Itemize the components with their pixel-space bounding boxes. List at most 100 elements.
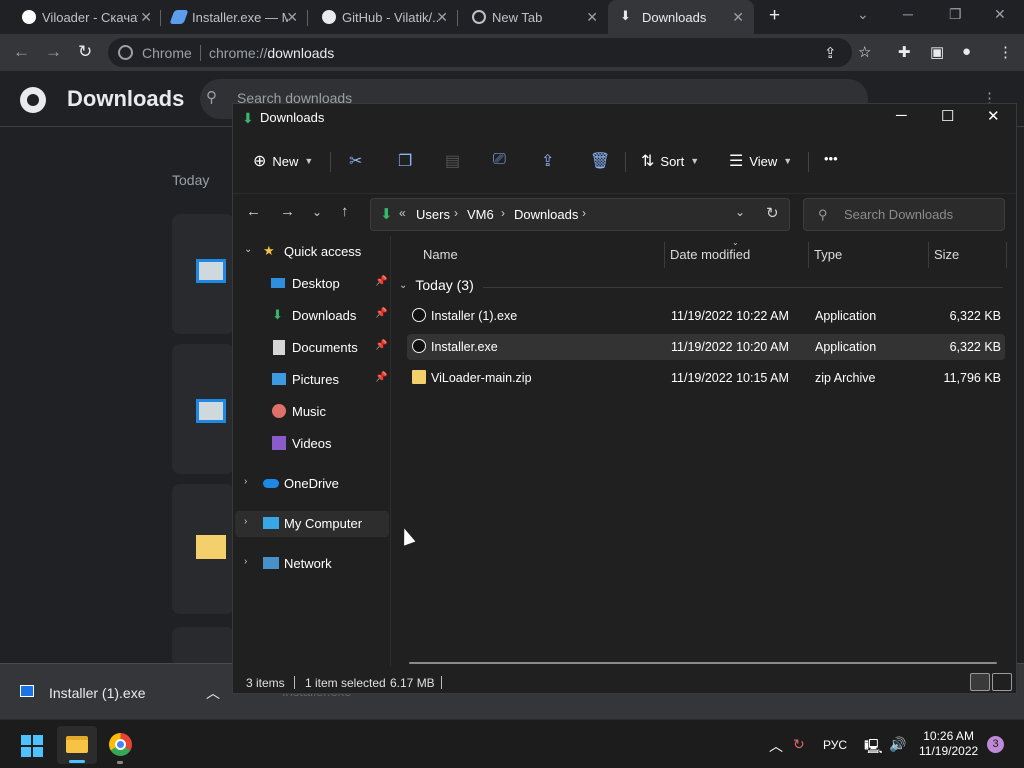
new-tab-button[interactable]: +: [769, 5, 780, 27]
close-window-icon[interactable]: ✕: [994, 6, 1006, 23]
more-options-button[interactable]: •••: [824, 151, 838, 166]
nav-quick-access[interactable]: ⌄ ★ Quick access: [235, 239, 389, 265]
column-header-type[interactable]: Type: [814, 247, 842, 262]
share-icon[interactable]: ⇪: [824, 44, 837, 62]
close-icon[interactable]: ✕: [732, 9, 744, 26]
close-icon[interactable]: ✕: [286, 9, 298, 26]
breadcrumb-vm6[interactable]: VM6: [467, 207, 494, 222]
overflow-icon[interactable]: «: [399, 206, 406, 220]
notification-badge[interactable]: 3: [987, 736, 1004, 753]
new-button[interactable]: ⊕ New ▼: [253, 151, 313, 171]
nav-my-computer[interactable]: › My Computer: [235, 511, 389, 537]
tab-viloader[interactable]: Viloader - Скачать ✕: [20, 0, 152, 34]
tiles-view-button[interactable]: [992, 673, 1012, 691]
restore-icon[interactable]: ❐: [949, 6, 962, 23]
chevron-right-icon[interactable]: ›: [244, 556, 247, 567]
close-icon[interactable]: ✕: [436, 9, 448, 26]
network-icon[interactable]: 🖳: [864, 736, 883, 760]
tab-downloads[interactable]: ⬇ Downloads ✕: [608, 0, 754, 34]
column-divider[interactable]: [928, 242, 929, 268]
share-button[interactable]: ⇪: [541, 151, 554, 171]
volume-icon[interactable]: 🔊: [889, 736, 906, 753]
chevron-down-icon[interactable]: ⌄: [399, 280, 407, 291]
nav-pictures[interactable]: Pictures 📌: [235, 367, 389, 393]
minimize-icon[interactable]: ─: [896, 107, 907, 124]
bookmark-star-icon[interactable]: ☆: [858, 43, 871, 61]
recent-locations-icon[interactable]: ⌄: [312, 205, 322, 219]
tab-installer-mega[interactable]: Installer.exe — Mega ✕: [169, 0, 298, 34]
breadcrumb-downloads[interactable]: Downloads: [514, 207, 578, 222]
tab-search-icon[interactable]: ⌄: [857, 6, 869, 23]
back-icon[interactable]: ←: [13, 42, 30, 62]
download-card[interactable]: [172, 627, 234, 667]
maximize-icon[interactable]: ☐: [941, 107, 954, 125]
forward-icon[interactable]: →: [45, 42, 62, 62]
reload-icon[interactable]: ↻: [78, 42, 92, 62]
view-button[interactable]: ☰ View ▼: [729, 151, 792, 171]
nav-documents[interactable]: Documents 📌: [235, 335, 389, 361]
delete-button[interactable]: 🗑: [590, 151, 610, 171]
file-row[interactable]: ViLoader-main.zip 11/19/2022 10:15 AM zi…: [407, 365, 1005, 391]
breadcrumb-users[interactable]: Users: [416, 207, 450, 222]
forward-icon[interactable]: →: [280, 203, 295, 220]
cut-button[interactable]: ✂: [349, 151, 362, 171]
paste-button[interactable]: ▤: [445, 151, 460, 171]
file-row[interactable]: Installer (1).exe 11/19/2022 10:22 AM Ap…: [407, 303, 1005, 329]
column-header-size[interactable]: Size: [934, 247, 959, 262]
minimize-icon[interactable]: ─: [903, 6, 913, 22]
file-row[interactable]: Installer.exe 11/19/2022 10:20 AM Applic…: [407, 334, 1005, 360]
pin-icon[interactable]: 📌: [375, 340, 387, 351]
nav-desktop[interactable]: Desktop 📌: [235, 271, 389, 297]
close-icon[interactable]: ✕: [987, 107, 1000, 125]
language-indicator[interactable]: РУС: [823, 738, 847, 752]
pin-icon[interactable]: 📌: [375, 372, 387, 383]
start-button[interactable]: [21, 735, 43, 757]
nav-downloads[interactable]: ⬇ Downloads 📌: [235, 303, 389, 329]
explorer-search-input[interactable]: ⚲ Search Downloads: [803, 198, 1005, 231]
copy-button[interactable]: ❐: [398, 151, 412, 171]
pin-icon[interactable]: 📌: [375, 276, 387, 287]
sort-button[interactable]: ⇅ Sort ▼: [641, 151, 699, 171]
tab-new-tab[interactable]: New Tab ✕: [470, 0, 598, 34]
chevron-right-icon[interactable]: ›: [244, 516, 247, 527]
profile-icon[interactable]: ●: [962, 43, 971, 60]
clock[interactable]: 10:26 AM 11/19/2022: [919, 729, 978, 759]
explorer-address-bar[interactable]: ⬇ « Users › VM6 › Downloads › ⌄ ↻: [370, 198, 790, 231]
update-icon[interactable]: ↻: [793, 736, 805, 753]
column-header-name[interactable]: Name: [423, 247, 458, 262]
tab-github[interactable]: GitHub - Vilatik/... ✕: [320, 0, 448, 34]
close-icon[interactable]: ✕: [140, 9, 152, 26]
chevron-right-icon[interactable]: ›: [582, 206, 586, 220]
taskbar-chrome[interactable]: [109, 733, 132, 756]
address-bar[interactable]: Chrome chrome://downloads ⇪: [108, 38, 852, 67]
chevron-up-icon[interactable]: ︿: [206, 683, 220, 703]
taskbar-file-explorer[interactable]: [57, 726, 97, 764]
column-divider[interactable]: [664, 242, 665, 268]
nav-videos[interactable]: Videos: [235, 431, 389, 457]
details-view-button[interactable]: [970, 673, 990, 691]
column-header-date[interactable]: Date modified: [670, 247, 750, 262]
side-panel-icon[interactable]: ▣: [930, 43, 944, 61]
column-divider[interactable]: [808, 242, 809, 268]
nav-music[interactable]: Music: [235, 399, 389, 425]
close-icon[interactable]: ✕: [586, 9, 598, 26]
shelf-download-item[interactable]: Installer (1).exe ︿: [0, 664, 232, 720]
up-icon[interactable]: ↑: [341, 203, 349, 220]
chevron-down-icon[interactable]: ⌄: [244, 244, 252, 255]
file-group-header[interactable]: ⌄ Today (3): [399, 277, 474, 293]
back-icon[interactable]: ←: [246, 203, 261, 220]
rename-button[interactable]: ⎚: [493, 151, 506, 169]
column-divider[interactable]: [1006, 242, 1007, 268]
nav-network[interactable]: › Network: [235, 551, 389, 577]
horizontal-scrollbar[interactable]: [409, 662, 997, 664]
chevron-down-icon[interactable]: ⌄: [735, 205, 745, 219]
chevron-right-icon[interactable]: ›: [454, 206, 458, 220]
nav-onedrive[interactable]: › OneDrive: [235, 471, 389, 497]
chevron-right-icon[interactable]: ›: [501, 206, 505, 220]
chevron-up-icon[interactable]: ︿: [769, 736, 783, 756]
chevron-right-icon[interactable]: ›: [244, 476, 247, 487]
pin-icon[interactable]: 📌: [375, 308, 387, 319]
refresh-icon[interactable]: ↻: [766, 204, 779, 222]
menu-icon[interactable]: ⋮: [998, 43, 1013, 61]
extensions-icon[interactable]: ✚: [898, 43, 911, 61]
